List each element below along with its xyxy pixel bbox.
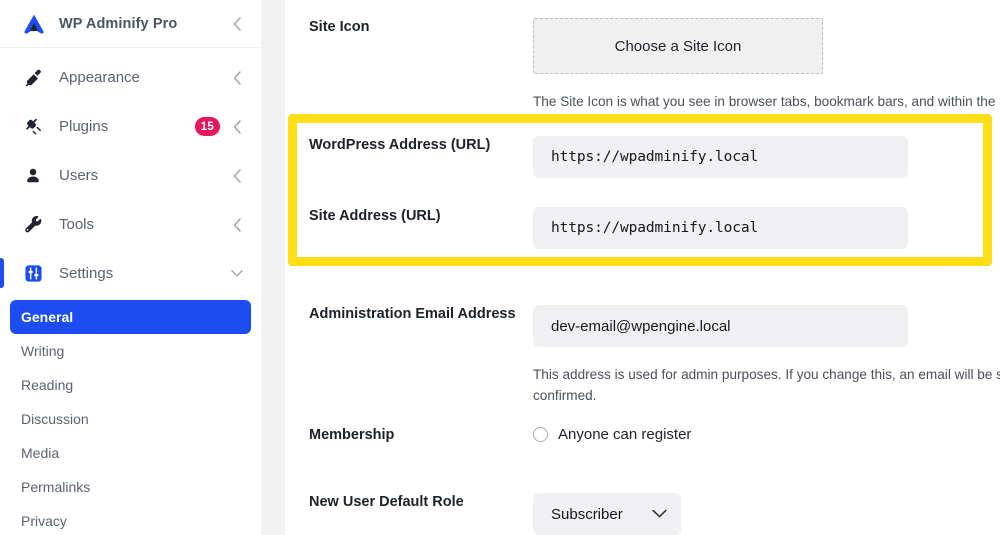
adminify-logo-icon xyxy=(22,12,46,36)
default-role-value: Subscriber xyxy=(551,505,623,523)
site-icon-label: Site Icon xyxy=(309,19,370,35)
chevron-left-icon[interactable] xyxy=(231,70,243,85)
sidebar-item-plugins[interactable]: Plugins 15 xyxy=(0,102,261,151)
wordpress-address-label: WordPress Address (URL) xyxy=(309,137,491,153)
plugins-update-badge: 15 xyxy=(194,117,220,136)
settings-form: Site Icon Choose a Site Icon The Site Ic… xyxy=(285,0,1000,535)
sidebar-item-label: Settings xyxy=(59,265,114,282)
field-site-icon: Site Icon Choose a Site Icon The Site Ic… xyxy=(309,18,1000,112)
admin-email-help-text: This address is used for admin purposes.… xyxy=(533,367,1000,404)
field-wordpress-address: WordPress Address (URL) https://wpadmini… xyxy=(309,136,1000,178)
chevron-down-icon xyxy=(652,509,667,519)
field-admin-email: Administration Email Address dev-email@w… xyxy=(309,305,1000,406)
membership-radio-row[interactable]: Anyone can register xyxy=(533,426,1000,443)
sidebar-subitem-general[interactable]: General xyxy=(10,300,251,334)
wrench-icon xyxy=(22,214,44,236)
sidebar-menu: Appearance Plugins 15 Users Tools Settin… xyxy=(0,48,261,535)
wordpress-address-input[interactable]: https://wpadminify.local xyxy=(533,136,908,178)
site-icon-help-text: The Site Icon is what you see in browser… xyxy=(533,94,996,109)
anyone-can-register-radio[interactable] xyxy=(533,427,548,442)
chevron-left-icon[interactable] xyxy=(231,168,243,183)
sidebar-item-tools[interactable]: Tools xyxy=(0,200,261,249)
user-icon xyxy=(22,165,44,187)
sidebar-item-appearance[interactable]: Appearance xyxy=(0,53,261,102)
site-address-input[interactable]: https://wpadminify.local xyxy=(533,207,908,249)
field-site-address: Site Address (URL) https://wpadminify.lo… xyxy=(309,207,1000,249)
sidebar-subitem-discussion[interactable]: Discussion xyxy=(10,402,251,436)
chevron-down-icon[interactable] xyxy=(231,268,243,280)
default-role-label: New User Default Role xyxy=(309,494,464,510)
sidebar-brand-label: WP Adminify Pro xyxy=(59,15,178,32)
plug-icon xyxy=(22,116,44,138)
sidebar-subitem-permalinks[interactable]: Permalinks xyxy=(10,470,251,504)
sidebar-subitem-reading[interactable]: Reading xyxy=(10,368,251,402)
default-role-select[interactable]: Subscriber xyxy=(533,493,681,535)
admin-sidebar: WP Adminify Pro Appearance Plugins 15 Us… xyxy=(0,0,261,535)
sidebar-item-label: Users xyxy=(59,167,99,184)
sidebar-item-label: Appearance xyxy=(59,69,140,86)
field-default-role: New User Default Role Subscriber xyxy=(309,493,1000,535)
sidebar-subitem-writing[interactable]: Writing xyxy=(10,334,251,368)
choose-site-icon-button[interactable]: Choose a Site Icon xyxy=(533,18,823,74)
sidebar-brand[interactable]: WP Adminify Pro xyxy=(0,0,261,48)
sliders-icon xyxy=(22,263,44,285)
sidebar-content-gutter xyxy=(261,0,285,535)
admin-email-label: Administration Email Address xyxy=(309,306,516,322)
chevron-left-icon[interactable] xyxy=(231,16,243,31)
sidebar-subitem-privacy[interactable]: Privacy xyxy=(10,504,251,535)
sidebar-subitem-media[interactable]: Media xyxy=(10,436,251,470)
sidebar-item-label: Tools xyxy=(59,216,95,233)
chevron-left-icon[interactable] xyxy=(231,217,243,232)
admin-email-input[interactable]: dev-email@wpengine.local xyxy=(533,305,908,347)
sidebar-item-label: Plugins xyxy=(59,118,109,135)
sidebar-item-settings[interactable]: Settings xyxy=(0,249,261,298)
chevron-left-icon[interactable] xyxy=(231,119,243,134)
site-address-label: Site Address (URL) xyxy=(309,208,441,224)
paintbrush-icon xyxy=(22,67,44,89)
sidebar-item-users[interactable]: Users xyxy=(0,151,261,200)
settings-submenu: General Writing Reading Discussion Media… xyxy=(0,298,261,535)
field-membership: Membership Anyone can register xyxy=(309,426,1000,443)
active-indicator-bar xyxy=(0,258,4,288)
anyone-can-register-label: Anyone can register xyxy=(558,426,692,443)
wordpress-general-settings-page: WP Adminify Pro Appearance Plugins 15 Us… xyxy=(0,0,1000,535)
membership-label: Membership xyxy=(309,427,395,443)
